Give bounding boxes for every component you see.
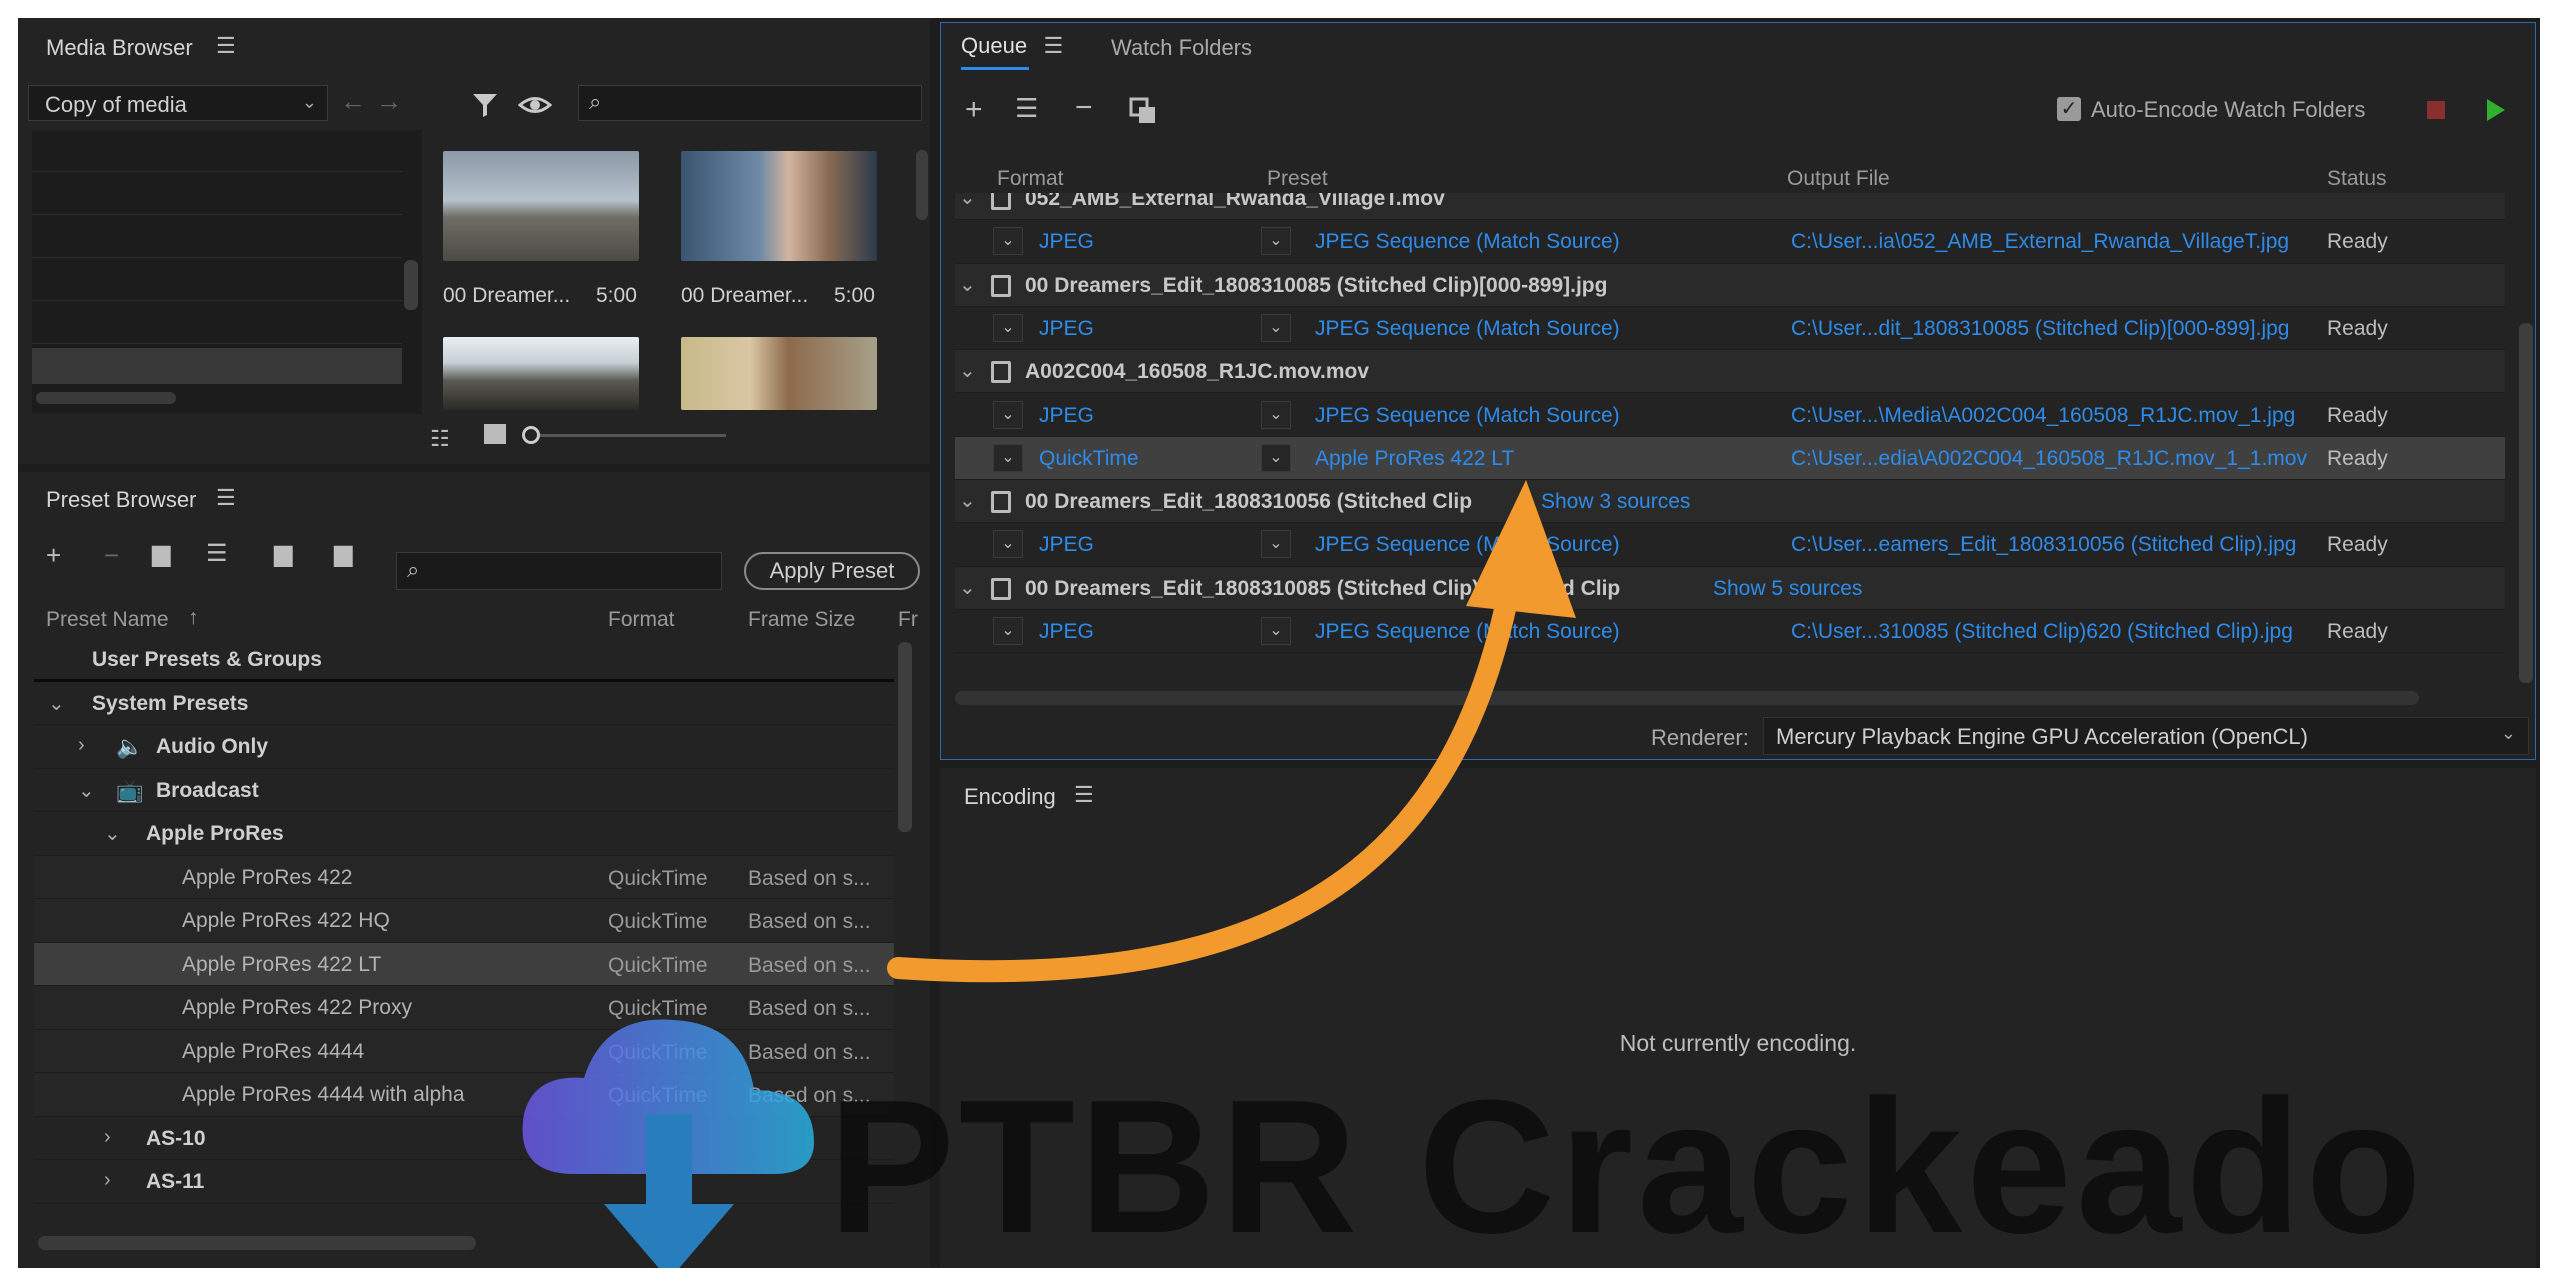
media-encoder-window: Media Browser ☰ Copy of media ⌄ ← → ⌕ 00… (18, 18, 2540, 1268)
orange-arrow-icon (887, 480, 1576, 983)
